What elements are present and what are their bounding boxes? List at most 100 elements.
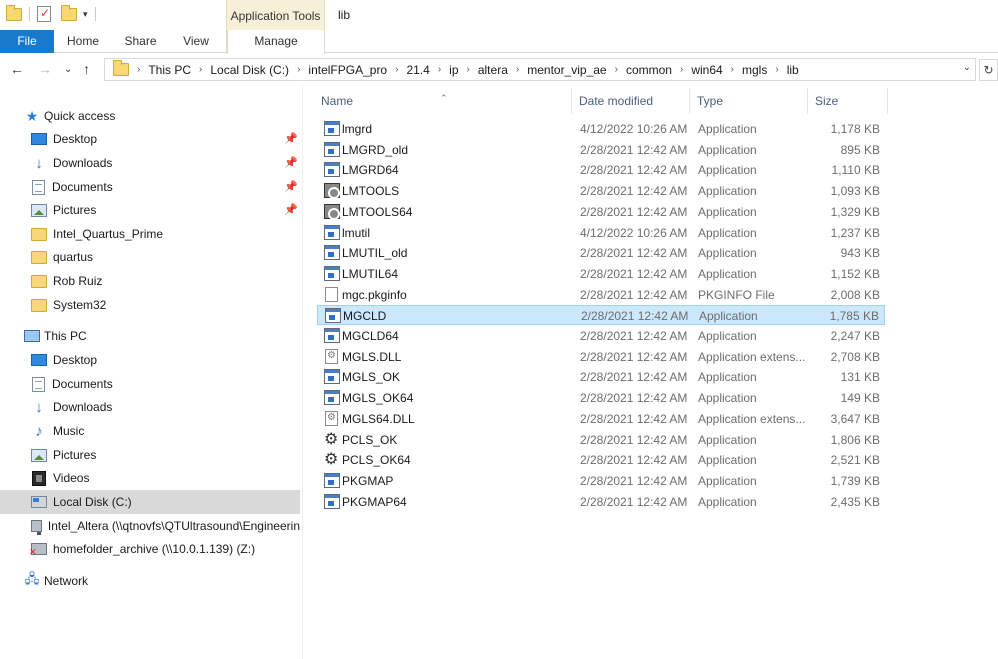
nav-item-quartus[interactable]: quartus (31, 245, 93, 269)
pin-icon[interactable]: 📌 (284, 156, 298, 169)
breadcrumb-mgls[interactable]: mgls (742, 63, 767, 77)
properties-icon[interactable] (37, 6, 51, 22)
nav-item-rob-ruiz[interactable]: Rob Ruiz (31, 269, 102, 293)
nav-network[interactable]: 🖧 Network (24, 569, 88, 593)
tab-manage[interactable]: Manage (227, 30, 325, 54)
back-arrow-icon[interactable]: ← (10, 61, 24, 77)
file-row[interactable]: MGLS_OK64 2/28/2021 12:42 AM Application 14… (317, 388, 885, 408)
nav-item-pc-pictures[interactable]: Pictures (31, 443, 96, 467)
file-row[interactable]: MGCLD 2/28/2021 12:42 AM Application 1,785 … (317, 305, 885, 326)
address-row: ← → ⌄ ↑ › This PC › Local Disk (C:) › in… (0, 57, 998, 83)
breadcrumb-intelfpga-pro[interactable]: intelFPGA_pro (308, 63, 387, 77)
file-row[interactable]: LMUTIL_old 2/28/2021 12:42 AM Application 9… (317, 243, 885, 263)
tab-view[interactable]: View (169, 30, 223, 53)
customize-toolbar-chevron-icon[interactable]: ▾ (83, 9, 88, 20)
file-row[interactable]: PKGMAP 2/28/2021 12:42 AM Application 1,739… (317, 471, 885, 491)
file-row[interactable]: mgc.pkginfo 2/28/2021 12:42 AM PKGINFO Fil… (317, 285, 885, 305)
breadcrumb-chevron-icon[interactable]: › (297, 64, 300, 75)
file-row[interactable]: LMTOOLS64 2/28/2021 12:42 AM Application 1,… (317, 202, 885, 222)
tab-file[interactable]: File (0, 30, 54, 53)
refresh-icon[interactable]: ↻ (979, 59, 998, 81)
up-arrow-icon[interactable]: ↑ (83, 61, 90, 77)
file-row[interactable]: LMGRD_old 2/28/2021 12:42 AM Application 89… (317, 140, 885, 160)
download-icon: ↓ (35, 154, 43, 172)
nav-item-pc-videos[interactable]: Videos (31, 466, 89, 490)
tab-share[interactable]: Share (112, 30, 169, 53)
breadcrumb-version[interactable]: 21.4 (406, 63, 429, 77)
breadcrumb-mentor-vip-ae[interactable]: mentor_vip_ae (527, 63, 606, 77)
nav-item-pictures[interactable]: Pictures 📌 (31, 198, 298, 222)
tab-home[interactable]: Home (54, 30, 112, 53)
folder-icon[interactable] (6, 4, 22, 21)
breadcrumb-chevron-icon[interactable]: › (467, 64, 470, 75)
address-bar[interactable]: › This PC › Local Disk (C:) › intelFPGA_… (104, 58, 976, 81)
nav-item-documents[interactable]: Documents 📌 (31, 175, 298, 199)
column-header-type[interactable]: Type (689, 86, 807, 116)
breadcrumb-ip[interactable]: ip (449, 63, 458, 77)
file-row[interactable]: PCLS_OK64 2/28/2021 12:42 AM Application 2,… (317, 449, 885, 470)
file-row[interactable]: lmgrd 4/12/2022 10:26 AM Application 1,178 … (317, 119, 885, 139)
file-date-modified: 2/28/2021 12:42 AM (580, 411, 688, 426)
disk-icon (31, 496, 47, 508)
breadcrumb-chevron-icon[interactable]: › (615, 64, 618, 75)
column-header-date-modified[interactable]: Date modified (571, 86, 689, 116)
nav-quick-access[interactable]: ★ Quick access (24, 104, 116, 128)
breadcrumb-chevron-icon[interactable]: › (680, 64, 683, 75)
new-folder-icon[interactable] (61, 4, 77, 21)
file-row[interactable]: MGLS_OK 2/28/2021 12:42 AM Application 131 … (317, 367, 885, 387)
nav-item-pc-music[interactable]: ♪ Music (31, 419, 84, 443)
breadcrumb-local-disk[interactable]: Local Disk (C:) (210, 63, 289, 77)
file-row[interactable]: PCLS_OK 2/28/2021 12:42 AM Application 1,80… (317, 429, 885, 450)
breadcrumb-this-pc[interactable]: This PC (148, 63, 191, 77)
nav-this-pc[interactable]: This PC (24, 324, 87, 348)
breadcrumb-common[interactable]: common (626, 63, 672, 77)
file-row[interactable]: PKGMAP64 2/28/2021 12:42 AM Application 2,4… (317, 492, 885, 512)
column-header-size[interactable]: Size (807, 86, 887, 116)
column-header-name[interactable]: Name ⌃ (303, 86, 571, 116)
nav-label: Rob Ruiz (53, 274, 103, 288)
breadcrumb-altera[interactable]: altera (478, 63, 508, 77)
nav-item-local-disk[interactable]: Local Disk (C:) (0, 490, 300, 514)
pin-icon[interactable]: 📌 (284, 180, 298, 193)
file-row[interactable]: MGLS64.DLL 2/28/2021 12:42 AM Application … (317, 409, 885, 429)
breadcrumb-chevron-icon[interactable]: › (775, 64, 778, 75)
breadcrumb-lib[interactable]: lib (787, 63, 799, 77)
file-row[interactable]: lmutil 4/12/2022 10:26 AM Application 1,237… (317, 223, 885, 243)
breadcrumb-chevron-icon[interactable]: › (731, 64, 734, 75)
pin-icon[interactable]: 📌 (284, 132, 298, 145)
file-row[interactable]: LMUTIL64 2/28/2021 12:42 AM Application 1,1… (317, 264, 885, 284)
nav-item-intel-quartus-prime[interactable]: Intel_Quartus_Prime (31, 222, 163, 246)
nav-item-pc-desktop[interactable]: Desktop (31, 348, 97, 372)
file-name: MGLS.DLL (342, 349, 402, 364)
breadcrumb-chevron-icon[interactable]: › (438, 64, 441, 75)
breadcrumb-chevron-icon[interactable]: › (516, 64, 519, 75)
column-label: Name (321, 94, 354, 108)
nav-item-intel-altera[interactable]: Intel_Altera (\\qtnovfs\QTUltrasound\Eng… (31, 514, 300, 538)
pin-icon[interactable]: 📌 (284, 203, 298, 216)
recent-locations-chevron-icon[interactable]: ⌄ (64, 64, 72, 75)
nav-item-pc-documents[interactable]: Documents (31, 372, 113, 396)
file-date-modified: 2/28/2021 12:42 AM (580, 163, 688, 178)
forward-arrow-icon[interactable]: → (38, 61, 52, 77)
nav-item-homefolder-archive[interactable]: homefolder_archive (\\10.0.1.139) (Z:) (29, 537, 255, 561)
application-icon (324, 224, 340, 240)
nav-item-pc-downloads[interactable]: ↓ Downloads (31, 395, 112, 419)
disconnected-drive-icon (29, 543, 47, 558)
file-row[interactable]: MGCLD64 2/28/2021 12:42 AM Application 2,24… (317, 326, 885, 346)
nav-item-system32[interactable]: System32 (31, 293, 106, 317)
breadcrumb-chevron-icon[interactable]: › (137, 64, 140, 75)
file-size: 1,739 KB (830, 473, 880, 488)
folder-icon (31, 227, 47, 241)
address-dropdown-chevron-icon[interactable]: ⌄ (963, 62, 971, 73)
file-row[interactable]: MGLS.DLL 2/28/2021 12:42 AM Application ex… (317, 347, 885, 367)
file-size: 895 KB (840, 142, 880, 157)
file-row[interactable]: LMTOOLS 2/28/2021 12:42 AM Application 1,09… (317, 181, 885, 201)
nav-item-desktop[interactable]: Desktop 📌 (31, 127, 298, 151)
file-date-modified: 2/28/2021 12:42 AM (580, 287, 688, 302)
breadcrumb-win64[interactable]: win64 (691, 63, 722, 77)
breadcrumb-chevron-icon[interactable]: › (199, 64, 202, 75)
breadcrumb-chevron-icon[interactable]: › (395, 64, 398, 75)
nav-item-downloads[interactable]: ↓ Downloads 📌 (31, 151, 298, 175)
file-row[interactable]: LMGRD64 2/28/2021 12:42 AM Application 1,11… (317, 160, 885, 180)
column-divider[interactable] (887, 88, 888, 114)
